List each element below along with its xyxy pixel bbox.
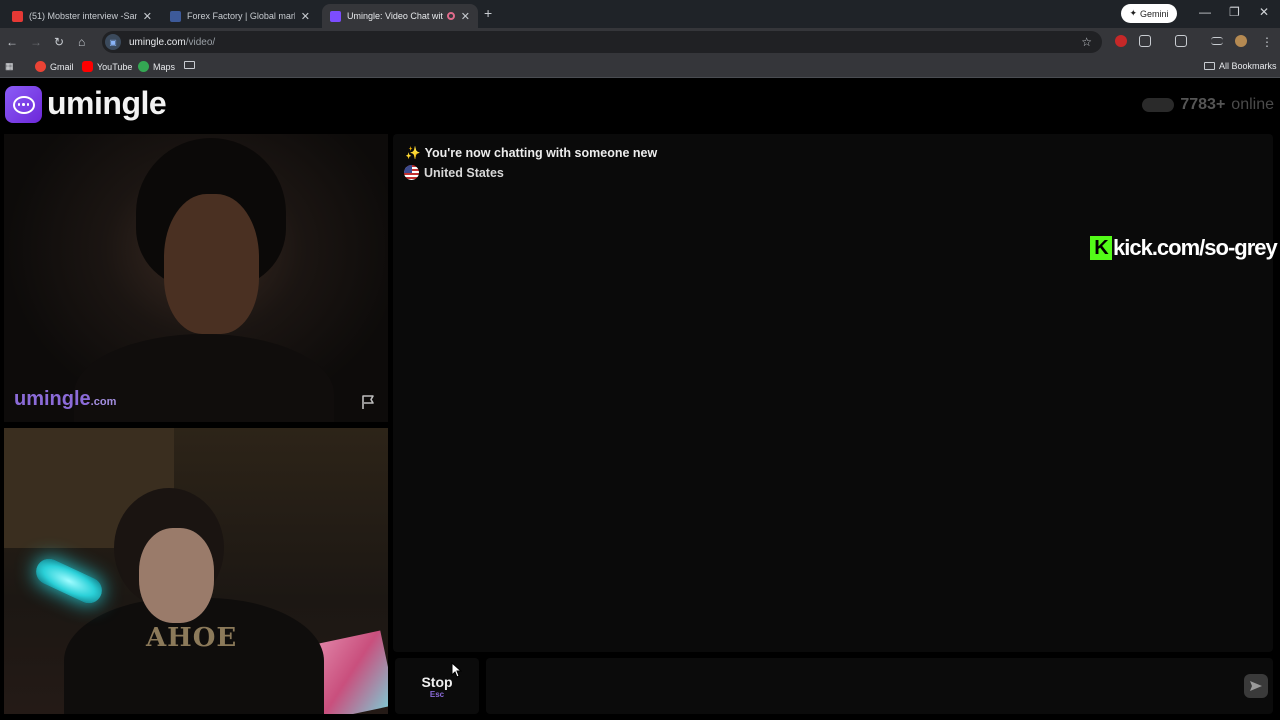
close-window-icon[interactable]: ✕: [1259, 5, 1269, 19]
address-bar-row: ← → ↻ ⌂ ▣ umingle.com/video/ ☆ ⋮: [0, 28, 1280, 56]
url-omnibox[interactable]: ▣ umingle.com/video/ ☆: [102, 31, 1102, 53]
back-icon[interactable]: ←: [6, 35, 18, 49]
bookmark-star-icon[interactable]: ☆: [1081, 35, 1092, 49]
youtube-icon: [82, 61, 93, 72]
restore-icon[interactable]: ❐: [1229, 5, 1240, 19]
site-logo-text[interactable]: umingle: [47, 85, 167, 122]
chat-panel: [393, 134, 1273, 652]
close-tab-icon[interactable]: ✕: [301, 10, 310, 23]
browser-tab-bar: (51) Mobster interview -Sammy ✕ Forex Fa…: [0, 0, 1280, 28]
close-tab-icon[interactable]: ✕: [143, 10, 152, 23]
lamp-light: [31, 554, 107, 608]
browser-menu-icon[interactable]: ⋮: [1261, 35, 1273, 49]
shirt-print: AHOE: [146, 623, 238, 653]
extensions-puzzle-icon[interactable]: [1139, 35, 1151, 47]
us-flag-icon: [404, 165, 419, 180]
stranger-video: [4, 134, 388, 422]
all-bookmarks-button[interactable]: All Bookmarks: [1204, 61, 1277, 71]
bookmark-folder[interactable]: [184, 61, 195, 69]
apps-grid-icon[interactable]: ▦: [5, 61, 14, 72]
tab-forex-factory[interactable]: Forex Factory | Global markets ✕: [162, 4, 318, 28]
cast-icon[interactable]: [1175, 35, 1187, 47]
close-tab-icon[interactable]: ✕: [461, 10, 470, 23]
bookmark-youtube[interactable]: YouTube: [82, 61, 132, 72]
gmail-icon: [35, 61, 46, 72]
bookmark-gmail[interactable]: Gmail: [35, 61, 74, 72]
bookmarks-bar: ▦ Gmail YouTube Maps All Bookmarks: [0, 56, 1280, 78]
send-button[interactable]: [1244, 674, 1268, 698]
message-input[interactable]: [486, 658, 1273, 714]
chat-status-message: ✨ You're now chatting with someone new: [405, 146, 658, 160]
media-controls-icon[interactable]: [1211, 37, 1223, 45]
reload-icon[interactable]: ↻: [54, 35, 64, 49]
umingle-logo-icon[interactable]: [5, 86, 42, 123]
online-counter: 7783+ online: [1142, 96, 1274, 114]
recording-indicator-icon: [446, 12, 455, 20]
self-video: AHOE: [4, 428, 388, 714]
forex-favicon-icon: [170, 10, 181, 22]
profile-avatar-icon[interactable]: [1235, 35, 1247, 47]
tab-umingle[interactable]: Umingle: Video Chat with S ✕: [322, 4, 478, 28]
bookmark-maps[interactable]: Maps: [138, 61, 175, 72]
folder-icon: [184, 61, 195, 69]
mouse-cursor-icon: [451, 662, 462, 678]
send-arrow-icon: [1250, 681, 1262, 691]
site-header: umingle 7783+ online: [0, 78, 1280, 132]
youtube-favicon-icon: [12, 10, 23, 22]
tab-youtube[interactable]: (51) Mobster interview -Sammy ✕: [4, 4, 160, 28]
record-extension-icon[interactable]: [1115, 35, 1127, 47]
url-text[interactable]: umingle.com/video/: [129, 37, 215, 48]
umingle-favicon-icon: [330, 10, 341, 22]
forward-icon[interactable]: →: [30, 35, 42, 49]
kick-logo-icon: K: [1090, 236, 1112, 260]
stream-overlay: K kick.com/so-grey: [1090, 235, 1278, 261]
report-flag-icon[interactable]: [360, 394, 376, 410]
gemini-sparkle-icon: ✦: [1129, 8, 1138, 18]
minimize-icon[interactable]: —: [1199, 5, 1211, 19]
gemini-button[interactable]: ✦ Gemini: [1121, 4, 1177, 23]
new-tab-button[interactable]: +: [484, 5, 492, 21]
site-info-icon[interactable]: ▣: [105, 34, 121, 50]
sparkle-icon: ✨: [405, 146, 421, 160]
maps-icon: [138, 61, 149, 72]
folder-icon: [1204, 62, 1215, 70]
video-watermark: umingle.com: [14, 388, 117, 410]
online-toggle[interactable]: [1142, 98, 1175, 112]
home-icon[interactable]: ⌂: [78, 35, 85, 49]
stop-button[interactable]: Stop Esc: [395, 658, 479, 714]
stranger-country: United States: [404, 165, 504, 180]
